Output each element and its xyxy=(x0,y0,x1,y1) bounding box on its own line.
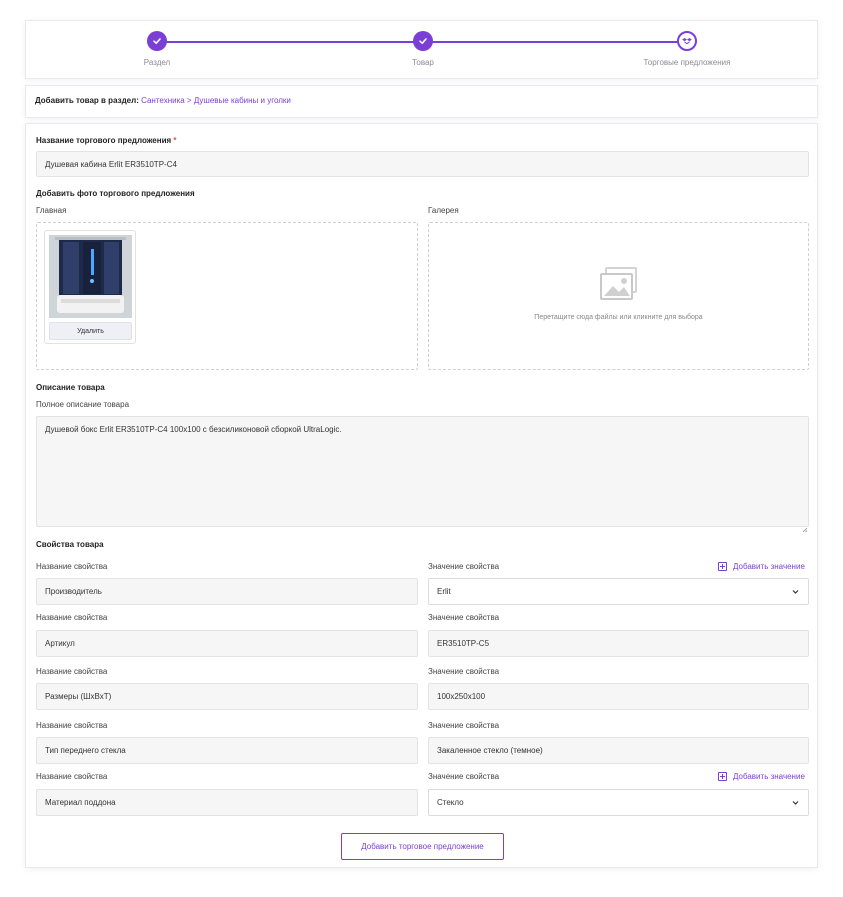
delete-photo-button[interactable]: Удалить xyxy=(49,322,132,340)
property-name-label: Название свойства xyxy=(36,562,108,571)
plus-square-icon xyxy=(718,772,727,781)
add-offer-button[interactable]: Добавить торговое предложение xyxy=(341,833,504,860)
property-value-input[interactable]: ER3510TP-C5 xyxy=(428,630,809,657)
property-name-label: Название свойства xyxy=(36,667,108,676)
plus-square-icon xyxy=(718,562,727,571)
photos-section-title: Добавить фото торгового предложения xyxy=(36,189,195,198)
full-description-label: Полное описание товара xyxy=(36,400,130,409)
dropbox-icon xyxy=(677,31,697,51)
breadcrumb-prefix: Добавить товар в раздел: xyxy=(35,96,139,105)
main-photo-label: Главная xyxy=(36,206,67,215)
step-section[interactable]: Раздел xyxy=(97,31,217,67)
select-value: Erlit xyxy=(437,587,451,596)
property-value-input[interactable]: Закаленное стекло (темное) xyxy=(428,737,809,764)
property-name-input[interactable]: Производитель xyxy=(36,578,418,605)
add-value-label: Добавить значение xyxy=(733,772,805,781)
description-section-title: Описание товара xyxy=(36,383,105,392)
property-value-label: Значение свойства xyxy=(428,667,500,676)
offer-name-input[interactable]: Душевая кабина Erlit ER3510TP-C4 xyxy=(36,151,809,177)
property-value-select[interactable]: Стекло xyxy=(428,789,809,816)
offer-name-label: Название торгового предложения * xyxy=(36,136,177,145)
add-value-button[interactable]: Добавить значение xyxy=(718,562,805,571)
required-mark: * xyxy=(173,136,177,145)
add-value-label: Добавить значение xyxy=(733,562,805,571)
shower-cabin-image xyxy=(49,235,132,318)
offer-form: Название торгового предложения * Душевая… xyxy=(25,123,818,868)
property-name-input[interactable]: Тип переднего стекла xyxy=(36,737,418,764)
property-name-input[interactable]: Размеры (ШхВхТ) xyxy=(36,683,418,710)
progress-stepper: Раздел Товар Торговые предложения xyxy=(25,20,818,79)
gallery-dropzone[interactable]: Перетащите сюда файлы или кликните для в… xyxy=(428,222,809,370)
property-value-label: Значение свойства xyxy=(428,562,500,571)
step-label: Раздел xyxy=(143,58,171,67)
breadcrumb: Добавить товар в раздел: Сантехника > Ду… xyxy=(25,85,818,118)
step-product[interactable]: Товар xyxy=(363,31,483,67)
property-name-input[interactable]: Артикул xyxy=(36,630,418,657)
gallery-label: Галерея xyxy=(428,206,459,215)
property-name-label: Название свойства xyxy=(36,772,108,781)
dropzone-hint: Перетащите сюда файлы или кликните для в… xyxy=(534,314,703,321)
breadcrumb-path-link[interactable]: Сантехника > Душевые кабины и уголки xyxy=(141,96,291,105)
properties-section-title: Свойства товара xyxy=(36,540,104,549)
image-placeholder-icon xyxy=(600,267,638,306)
check-icon xyxy=(413,31,433,51)
property-name-label: Название свойства xyxy=(36,721,108,730)
step-label: Товар xyxy=(412,58,434,67)
photo-thumbnail: Удалить xyxy=(44,230,136,344)
resize-handle-icon[interactable] xyxy=(802,520,808,538)
full-description-textarea[interactable]: Душевой бокс Erlit ER3510TP-C4 100x100 с… xyxy=(36,416,809,527)
step-label: Торговые предложения xyxy=(643,58,731,67)
select-value: Стекло xyxy=(437,798,464,807)
property-value-select[interactable]: Erlit xyxy=(428,578,809,605)
property-value-label: Значение свойства xyxy=(428,721,500,730)
main-photo-dropzone[interactable]: Удалить xyxy=(36,222,418,370)
property-name-label: Название свойства xyxy=(36,613,108,622)
chevron-down-icon xyxy=(792,589,799,594)
chevron-down-icon xyxy=(792,800,799,805)
property-value-label: Значение свойства xyxy=(428,613,500,622)
check-icon xyxy=(147,31,167,51)
property-name-input[interactable]: Материал поддона xyxy=(36,789,418,816)
add-value-button[interactable]: Добавить значение xyxy=(718,772,805,781)
property-value-input[interactable]: 100x250x100 xyxy=(428,683,809,710)
property-value-label: Значение свойства xyxy=(428,772,500,781)
step-offers[interactable]: Торговые предложения xyxy=(627,31,747,67)
